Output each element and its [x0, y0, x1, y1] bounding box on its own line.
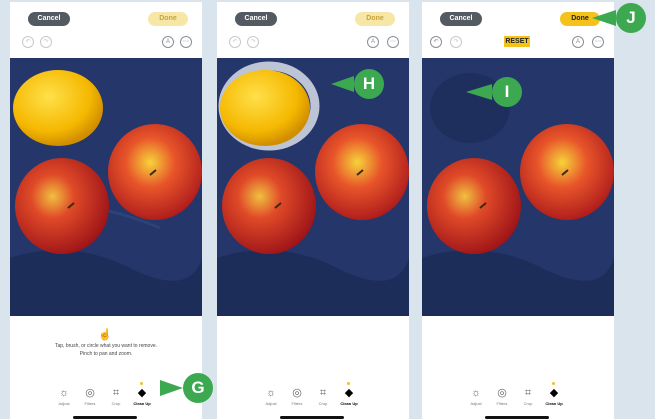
tool-label: Adjust: [265, 401, 277, 406]
undo-icon[interactable]: ↶: [22, 36, 34, 48]
tool-label: Filters: [496, 401, 508, 406]
cancel-button[interactable]: Cancel: [440, 12, 482, 26]
undo-icon[interactable]: ↶: [430, 36, 442, 48]
hint-line-1: Tap, brush, or circle what you want to r…: [55, 343, 157, 349]
adjust-icon: ☼: [470, 387, 482, 399]
top-bar: Cancel Done ↶ ↷ A ⋯: [10, 2, 202, 58]
hint-line-2: Pinch to pan and zoom.: [79, 351, 133, 357]
tool-label: Adjust: [58, 401, 70, 406]
filters-icon: ◎: [85, 387, 95, 399]
cleanup-hint: Tap, brush, or circle what you want to r…: [20, 342, 192, 358]
tool-clean-up[interactable]: ◆ Clean Up: [337, 382, 361, 406]
edit-toolbar: ☼ Adjust ◎ Filters ⌗ Crop ◆ Clean Up: [259, 382, 379, 414]
edit-toolbar: ☼ Adjust ◎ Filters ⌗ Crop ◆ Clean Up: [52, 382, 172, 414]
tool-adjust[interactable]: ☼ Adjust: [52, 386, 76, 406]
more-icon[interactable]: ⋯: [387, 36, 399, 48]
redo-icon[interactable]: ↷: [40, 36, 52, 48]
top-bar: Cancel Done ↶ ↷ RESET A ⋯: [422, 2, 614, 58]
markup-icon[interactable]: A: [367, 36, 379, 48]
top-bar: Cancel Done ↶ ↷ A ⋯: [217, 2, 409, 58]
filters-icon: ◎: [497, 387, 507, 399]
crop-icon: ⌗: [524, 387, 532, 399]
tool-label: Clean Up: [340, 401, 358, 406]
adjust-icon: ☼: [58, 387, 70, 399]
tool-label: Crop: [523, 401, 533, 406]
tool-label: Clean Up: [133, 401, 151, 406]
phone-screen-3: Cancel Done ↶ ↷ RESET A ⋯ ☼ Adjust ◎ Filte…: [422, 2, 614, 419]
fruit-photo: [217, 58, 409, 316]
eraser-icon: ◆: [137, 387, 147, 399]
phone-screen-2: Cancel Done ↶ ↷ A ⋯ ☼ Adjust ◎ Filters ⌗: [217, 2, 409, 419]
phone-screen-1: Cancel Done ↶ ↷ A ⋯ ☝ Tap, brush, or cir…: [10, 2, 202, 419]
tool-adjust[interactable]: ☼ Adjust: [464, 386, 488, 406]
more-icon[interactable]: ⋯: [592, 36, 604, 48]
cancel-button[interactable]: Cancel: [235, 12, 277, 26]
tool-label: Crop: [318, 401, 328, 406]
undo-icon[interactable]: ↶: [229, 36, 241, 48]
callout-h: H: [354, 69, 384, 99]
eraser-icon: ◆: [344, 387, 354, 399]
bottom-panel: ☼ Adjust ◎ Filters ⌗ Crop ◆ Clean Up: [217, 316, 409, 419]
photo-canvas[interactable]: [217, 58, 409, 316]
adjust-icon: ☼: [265, 387, 277, 399]
markup-icon[interactable]: A: [572, 36, 584, 48]
tool-crop[interactable]: ⌗ Crop: [311, 386, 335, 406]
bottom-panel: ☼ Adjust ◎ Filters ⌗ Crop ◆ Clean Up: [422, 316, 614, 419]
tool-filters[interactable]: ◎ Filters: [78, 386, 102, 406]
callout-i: I: [492, 77, 522, 107]
done-button[interactable]: Done: [560, 12, 600, 26]
fruit-photo: [10, 58, 202, 316]
active-dot: [552, 382, 555, 385]
tool-label: Filters: [84, 401, 96, 406]
tool-filters[interactable]: ◎ Filters: [490, 386, 514, 406]
done-button[interactable]: Done: [355, 12, 395, 26]
crop-icon: ⌗: [319, 387, 327, 399]
filters-icon: ◎: [292, 387, 302, 399]
tool-label: Adjust: [470, 401, 482, 406]
eraser-icon: ◆: [549, 387, 559, 399]
tool-label: Clean Up: [545, 401, 563, 406]
tool-adjust[interactable]: ☼ Adjust: [259, 386, 283, 406]
hand-gesture-icon: ☝: [98, 329, 112, 341]
tool-clean-up[interactable]: ◆ Clean Up: [130, 382, 154, 406]
tool-clean-up[interactable]: ◆ Clean Up: [542, 382, 566, 406]
cancel-button[interactable]: Cancel: [28, 12, 70, 26]
photo-canvas[interactable]: [10, 58, 202, 316]
tool-label: Filters: [291, 401, 303, 406]
more-icon[interactable]: ⋯: [180, 36, 192, 48]
tool-crop[interactable]: ⌗ Crop: [516, 386, 540, 406]
bottom-panel: ☝ Tap, brush, or circle what you want to…: [10, 316, 202, 419]
redo-icon[interactable]: ↷: [247, 36, 259, 48]
done-button[interactable]: Done: [148, 12, 188, 26]
redo-icon[interactable]: ↷: [450, 36, 462, 48]
edit-toolbar: ☼ Adjust ◎ Filters ⌗ Crop ◆ Clean Up: [464, 382, 584, 414]
tool-crop[interactable]: ⌗ Crop: [104, 386, 128, 406]
tool-label: Crop: [111, 401, 121, 406]
active-dot: [140, 382, 143, 385]
tool-filters[interactable]: ◎ Filters: [285, 386, 309, 406]
callout-j: J: [616, 3, 646, 33]
crop-icon: ⌗: [112, 387, 120, 399]
markup-icon[interactable]: A: [162, 36, 174, 48]
callout-g: G: [183, 373, 213, 403]
active-dot: [347, 382, 350, 385]
reset-button[interactable]: RESET: [504, 36, 530, 47]
